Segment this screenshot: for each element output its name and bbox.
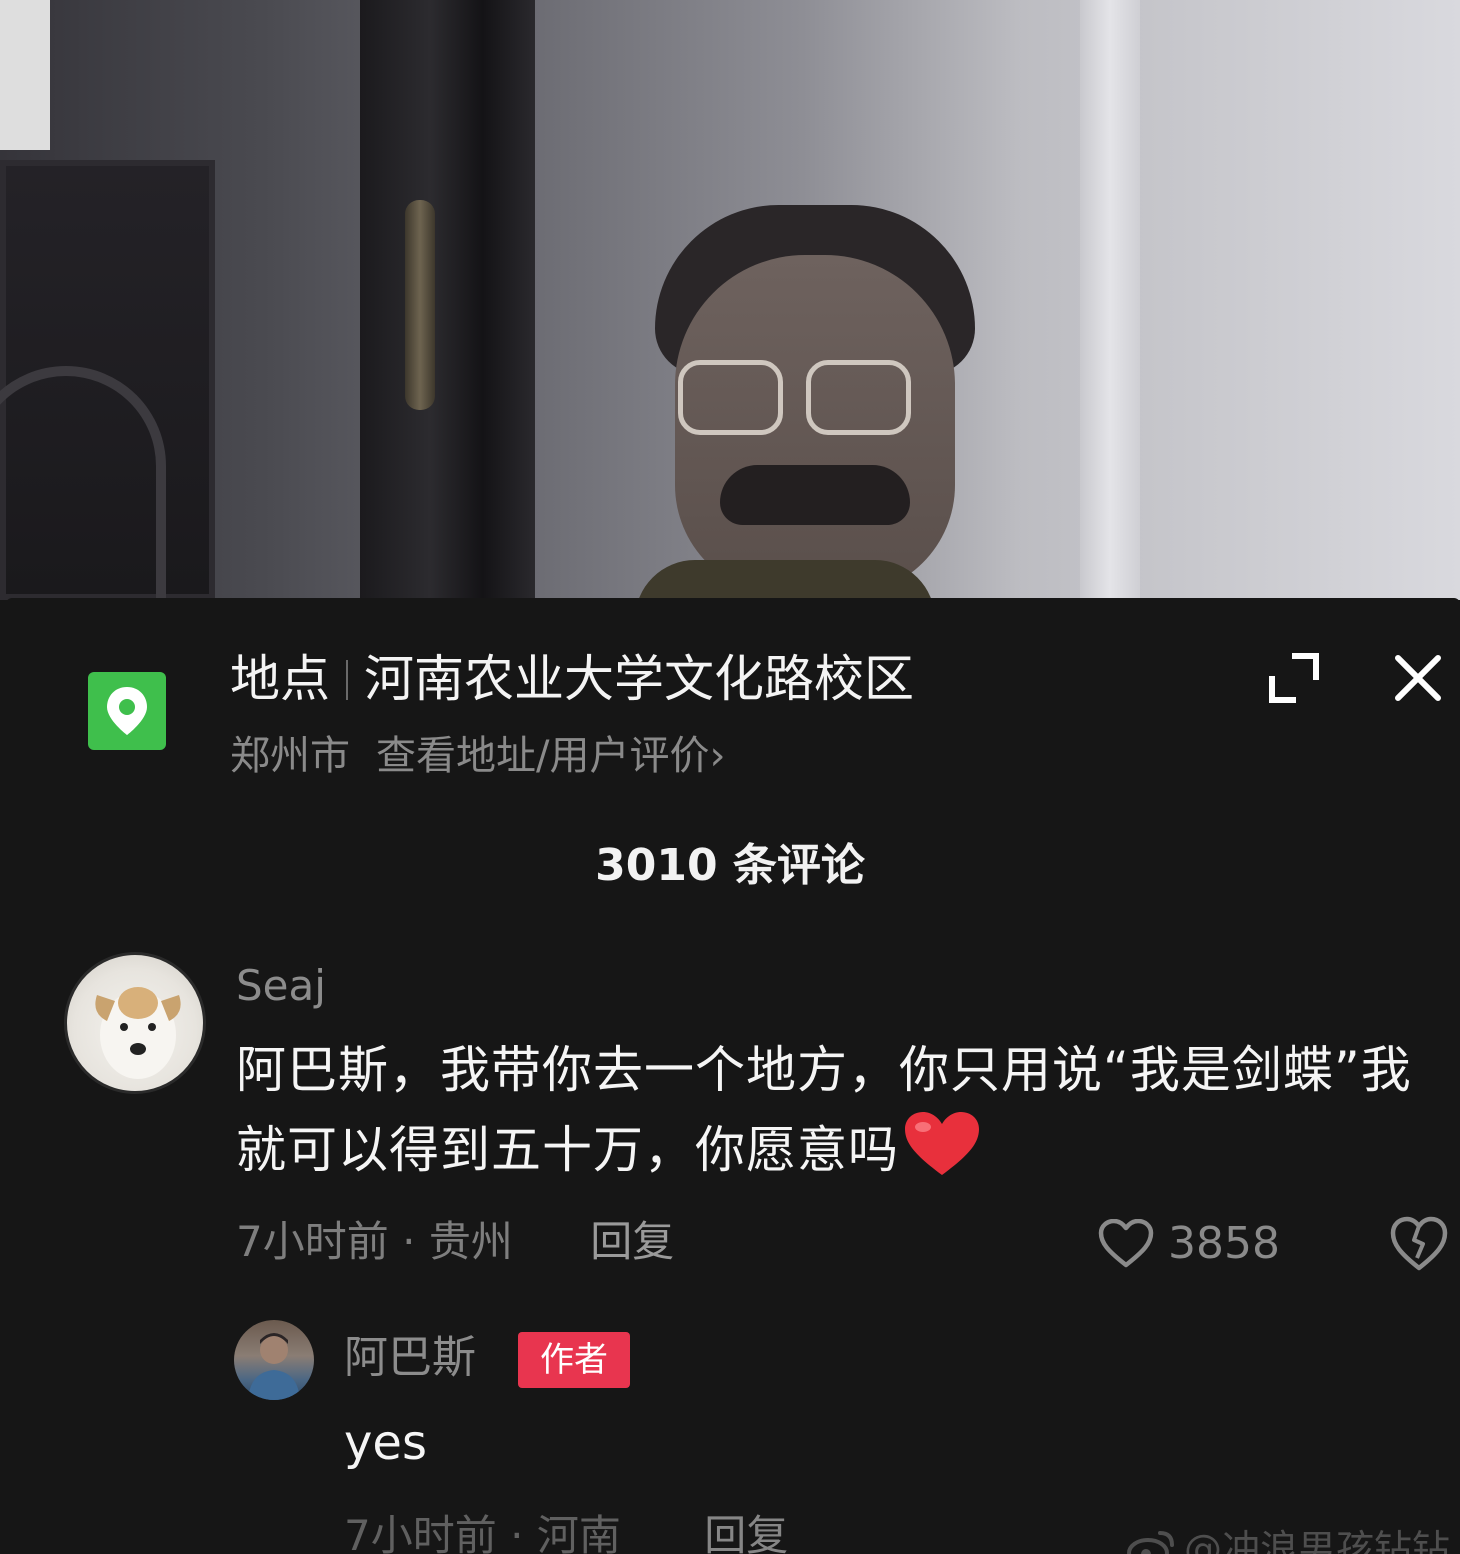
like-count: 3858: [1168, 1218, 1280, 1269]
avatar[interactable]: [64, 952, 206, 1094]
location-pin-icon[interactable]: [88, 672, 166, 750]
author-badge: 作者: [518, 1332, 630, 1388]
watermark: @冲浪男孩钻钻: [1126, 1524, 1450, 1554]
reply-button[interactable]: 回复: [590, 1217, 674, 1266]
chevron-right-icon: ›: [709, 733, 726, 779]
wall-edge: [1080, 0, 1140, 600]
expand-icon[interactable]: [1266, 650, 1322, 706]
door-frame: [360, 0, 535, 600]
heart-emoji-icon: [903, 1111, 981, 1200]
like-button[interactable]: 3858: [1098, 1214, 1280, 1274]
location-city: 郑州市: [230, 733, 350, 779]
reply-username[interactable]: 阿巴斯: [344, 1328, 476, 1388]
heart-outline-icon: [1098, 1219, 1154, 1268]
close-icon[interactable]: [1390, 650, 1446, 706]
weibo-logo-icon: [1127, 1531, 1174, 1554]
comment-meta: 7小时前 · 贵州 回复: [236, 1212, 674, 1272]
wall-note: [0, 0, 50, 150]
location-subtitle[interactable]: 郑州市 查看地址/用户评价›: [230, 728, 725, 784]
location-label: 地点: [230, 650, 330, 708]
comment-text: 阿巴斯，我带你去一个地方，你只用说“我是剑蝶”我就可以得到五十万，你愿意吗: [236, 1030, 1446, 1200]
divider: [346, 660, 348, 700]
location-title[interactable]: 地点 河南农业大学文化路校区: [230, 646, 914, 712]
reply-button[interactable]: 回复: [704, 1511, 788, 1554]
comment-count: 3010 条评论: [595, 840, 865, 891]
view-address-link[interactable]: 查看地址/用户评价: [376, 733, 709, 779]
broken-heart-icon[interactable]: [1390, 1216, 1448, 1272]
reply-region: 河南: [536, 1511, 621, 1554]
meta-dot: ·: [402, 1217, 416, 1266]
door-hinge: [405, 200, 435, 410]
video-frame[interactable]: [0, 0, 1460, 600]
location-name: 河南农业大学文化路校区: [364, 650, 914, 708]
author-avatar[interactable]: [234, 1320, 314, 1400]
reply-meta: 7小时前 · 河南 回复: [344, 1506, 788, 1554]
reply-text: yes: [344, 1415, 427, 1471]
reply-time: 7小时前: [344, 1511, 497, 1554]
comment-time: 7小时前: [236, 1217, 389, 1266]
meta-dot: ·: [510, 1511, 524, 1554]
comment-region: 贵州: [428, 1217, 513, 1266]
comment-username[interactable]: Seaj: [236, 958, 326, 1014]
watermark-text: @冲浪男孩钻钻: [1184, 1527, 1451, 1554]
carved-cabinet: [0, 160, 215, 600]
person: [600, 200, 1020, 600]
comment-body: 阿巴斯，我带你去一个地方，你只用说“我是剑蝶”我就可以得到五十万，你愿意吗: [236, 1041, 1412, 1179]
